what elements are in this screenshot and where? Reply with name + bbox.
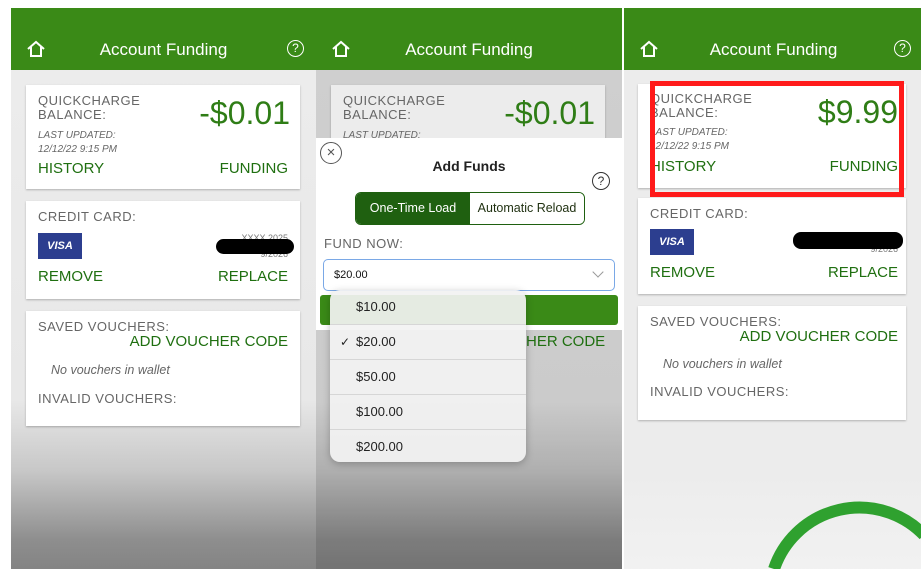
page-title: Account Funding bbox=[99, 40, 228, 59]
balance-value: -$0.01 bbox=[504, 95, 595, 131]
credit-card-card: CREDIT CARD: VISA 9/2026 REMOVE REPLACE bbox=[638, 198, 906, 294]
help-icon[interactable]: ? bbox=[592, 172, 610, 190]
invalid-vouchers-label: INVALID VOUCHERS: bbox=[650, 384, 790, 399]
app-header: Account Funding bbox=[316, 8, 622, 70]
invalid-vouchers-label: INVALID VOUCHERS: bbox=[38, 391, 178, 406]
selected-amount: $20.00 bbox=[334, 269, 368, 281]
visa-logo-icon: VISA bbox=[38, 233, 82, 259]
vouchers-card: SAVED VOUCHERS: ADD VOUCHER CODE No vouc… bbox=[638, 306, 906, 420]
highlight-box bbox=[650, 81, 904, 197]
dropdown-option[interactable]: $10.00 bbox=[330, 290, 526, 325]
balance-card: QUICKCHARGE BALANCE: -$0.01 LAST UPDATED… bbox=[26, 85, 300, 189]
app-header: Account Funding ? bbox=[11, 8, 316, 70]
chevron-down-icon bbox=[592, 266, 604, 278]
help-icon[interactable]: ? bbox=[287, 40, 304, 57]
credit-card-label: CREDIT CARD: bbox=[38, 209, 137, 224]
fund-now-label: FUND NOW: bbox=[324, 236, 404, 251]
funding-link[interactable]: FUNDING bbox=[220, 160, 288, 177]
credit-card-card: CREDIT CARD: VISA XXXX 2025 9/2026 REMOV… bbox=[26, 201, 300, 299]
saved-vouchers-label: SAVED VOUCHERS: bbox=[38, 319, 170, 334]
dropdown-option[interactable]: ✓ $20.00 bbox=[330, 325, 526, 360]
screen-add-funds-dropdown: Account Funding QUICKCHARGE BALANCE: -$0… bbox=[316, 0, 622, 569]
page-title: Account Funding bbox=[405, 40, 533, 59]
balance-label: QUICKCHARGE BALANCE: bbox=[38, 93, 141, 122]
reload-type-toggle: One-Time Load Automatic Reload bbox=[355, 192, 585, 225]
no-vouchers-text: No vouchers in wallet bbox=[663, 357, 782, 371]
remove-card-link[interactable]: REMOVE bbox=[650, 264, 715, 281]
tab-automatic-reload[interactable]: Automatic Reload bbox=[470, 193, 584, 224]
app-header: Account Funding ? bbox=[624, 8, 921, 70]
balance-value: -$0.01 bbox=[199, 95, 290, 131]
fund-amount-select[interactable]: $20.00 bbox=[323, 259, 615, 291]
tab-one-time-load[interactable]: One-Time Load bbox=[356, 193, 470, 224]
checkmark-icon: ✓ bbox=[340, 335, 351, 349]
replace-card-link[interactable]: REPLACE bbox=[828, 264, 898, 281]
credit-card-label: CREDIT CARD: bbox=[650, 206, 749, 221]
dropdown-option[interactable]: $200.00 bbox=[330, 430, 526, 462]
add-voucher-code-link[interactable]: ADD VOUCHER CODE bbox=[740, 328, 898, 345]
modal-title: Add Funds bbox=[432, 158, 506, 174]
balance-label: QUICKCHARGE BALANCE: bbox=[343, 93, 446, 122]
vouchers-card: SAVED VOUCHERS: ADD VOUCHER CODE No vouc… bbox=[26, 311, 300, 426]
screen-account-funding-initial: Account Funding ? QUICKCHARGE BALANCE: -… bbox=[11, 0, 316, 569]
help-icon[interactable]: ? bbox=[894, 40, 911, 57]
dropdown-option[interactable]: $50.00 bbox=[330, 360, 526, 395]
last-updated-label: LAST UPDATED: bbox=[38, 130, 116, 141]
replace-card-link[interactable]: REPLACE bbox=[218, 268, 288, 285]
remove-card-link[interactable]: REMOVE bbox=[38, 268, 103, 285]
saved-vouchers-label: SAVED VOUCHERS: bbox=[650, 314, 782, 329]
fund-amount-dropdown: $10.00 ✓ $20.00 $50.00 $100.00 $200.00 bbox=[330, 290, 526, 462]
last-updated-value: 12/12/22 9:15 PM bbox=[38, 144, 117, 155]
dropdown-option[interactable]: $100.00 bbox=[330, 395, 526, 430]
redaction-mark bbox=[793, 232, 903, 249]
no-vouchers-text: No vouchers in wallet bbox=[51, 363, 170, 377]
brand-logo-arc-icon bbox=[768, 501, 921, 569]
redaction-mark bbox=[216, 239, 294, 254]
add-voucher-code-link[interactable]: HER CODE bbox=[526, 333, 605, 350]
add-voucher-code-link[interactable]: ADD VOUCHER CODE bbox=[130, 333, 288, 350]
history-link[interactable]: HISTORY bbox=[38, 160, 104, 177]
visa-logo-icon: VISA bbox=[650, 229, 694, 255]
page-title: Account Funding bbox=[709, 40, 838, 59]
